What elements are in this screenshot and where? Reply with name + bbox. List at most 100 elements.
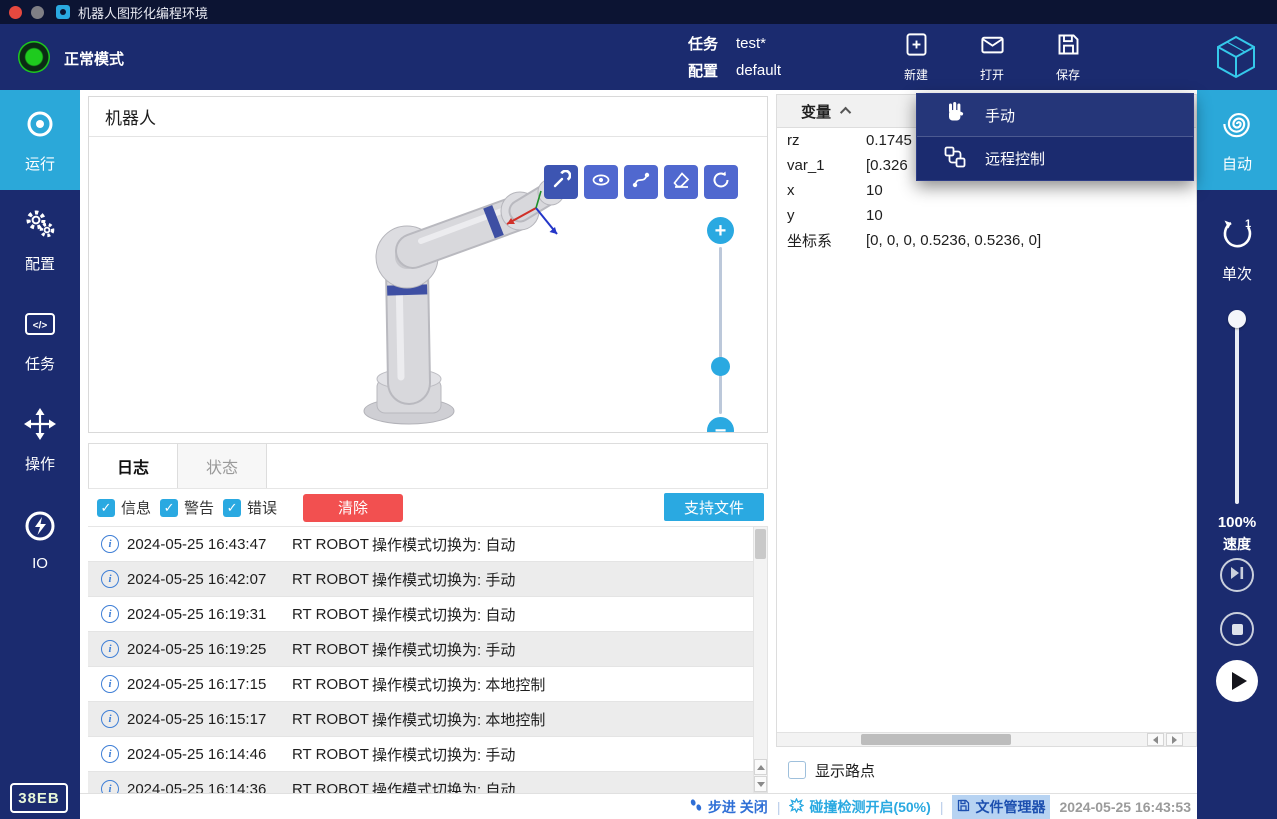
erase-button[interactable] — [664, 165, 698, 199]
variable-row[interactable]: x 10 — [777, 178, 1196, 203]
file-manager-label: 文件管理器 — [975, 797, 1045, 817]
log-time: 2024-05-25 16:14:36 — [127, 781, 292, 794]
hand-icon — [943, 101, 967, 129]
zoom-in-button[interactable]: + — [707, 217, 734, 244]
show-waypoints-checkbox[interactable] — [788, 761, 806, 779]
path-button[interactable] — [624, 165, 658, 199]
scroll-down-button[interactable] — [754, 776, 767, 792]
zoom-slider-handle[interactable] — [711, 357, 730, 376]
tab-log[interactable]: 日志 — [89, 444, 178, 488]
mode-status-label: 正常模式 — [64, 48, 124, 69]
info-icon: i — [101, 570, 119, 588]
save-icon — [1055, 31, 1082, 63]
step-mode-status[interactable]: 步进 关闭 — [689, 797, 768, 817]
eye-icon — [591, 170, 611, 195]
speed-slider-handle[interactable] — [1228, 310, 1246, 328]
robot-3d-viewport[interactable]: + − — [89, 137, 767, 432]
info-checkbox[interactable]: ✓ — [97, 499, 115, 517]
collision-detection-label: 碰撞检测开启(50%) — [809, 797, 930, 817]
info-icon: i — [101, 710, 119, 728]
view-button[interactable] — [584, 165, 618, 199]
io-bolt-icon — [23, 509, 57, 548]
new-button[interactable]: 新建 — [878, 31, 954, 85]
floppy-icon — [957, 799, 970, 815]
scrollbar-thumb[interactable] — [861, 734, 1011, 745]
minimize-button[interactable] — [31, 6, 44, 19]
window-titlebar: 机器人图形化编程环境 — [0, 0, 1277, 24]
log-row: i 2024-05-25 16:42:07 RT ROBOT 操作模式切换为: … — [88, 562, 753, 597]
step-forward-button[interactable] — [1220, 558, 1254, 592]
variables-horizontal-scrollbar[interactable] — [777, 732, 1196, 746]
sidebar-item-config-label: 配置 — [25, 253, 55, 274]
log-source: RT ROBOT — [292, 571, 372, 588]
log-section: 日志 状态 ✓ 信息 ✓ 警告 ✓ 错误 清除 支持文件 i 2024-05-2… — [88, 443, 768, 793]
clear-log-button[interactable]: 清除 — [303, 494, 403, 522]
collision-detection-status[interactable]: 碰撞检测开启(50%) — [789, 797, 930, 817]
speed-slider — [1227, 310, 1247, 508]
close-button[interactable] — [9, 6, 22, 19]
menu-item-manual[interactable]: 手动 — [917, 94, 1193, 137]
tools-button[interactable] — [544, 165, 578, 199]
error-checkbox[interactable]: ✓ — [223, 499, 241, 517]
speed-readout: 100% 速度 — [1197, 514, 1277, 554]
menu-item-remote-control[interactable]: 远程控制 — [917, 137, 1193, 180]
stop-button[interactable] — [1220, 612, 1254, 646]
step-icon — [689, 798, 703, 815]
auto-mode-button[interactable]: 自动 — [1197, 90, 1277, 190]
stop-icon — [1232, 624, 1243, 635]
new-button-label: 新建 — [904, 66, 928, 83]
separator: | — [777, 799, 781, 815]
open-button[interactable]: 打开 — [954, 31, 1030, 85]
warning-checkbox[interactable]: ✓ — [160, 499, 178, 517]
variable-row[interactable]: 坐标系 [0, 0, 0, 0.5236, 0.5236, 0] — [777, 228, 1196, 253]
menu-item-remote-control-label: 远程控制 — [985, 148, 1045, 169]
tab-status[interactable]: 状态 — [178, 444, 267, 488]
log-message: 操作模式切换为: 手动 — [372, 744, 753, 765]
log-row: i 2024-05-25 16:19:31 RT ROBOT 操作模式切换为: … — [88, 597, 753, 632]
info-icon: i — [101, 745, 119, 763]
open-button-label: 打开 — [980, 66, 1004, 83]
sidebar-item-config[interactable]: 配置 — [0, 190, 80, 290]
scroll-right-button[interactable] — [1166, 733, 1183, 746]
single-cycle-icon: 1 — [1219, 216, 1255, 257]
svg-text:</>: </> — [33, 320, 48, 331]
save-button[interactable]: 保存 — [1030, 31, 1106, 85]
log-message: 操作模式切换为: 自动 — [372, 779, 753, 794]
window-title: 机器人图形化编程环境 — [78, 3, 208, 22]
scrollbar-thumb[interactable] — [755, 529, 766, 559]
variable-value: 10 — [866, 182, 1196, 199]
sidebar-item-operate[interactable]: 操作 — [0, 390, 80, 490]
scroll-left-button[interactable] — [1147, 733, 1164, 746]
log-list[interactable]: i 2024-05-25 16:43:47 RT ROBOT 操作模式切换为: … — [88, 526, 753, 793]
viewport-toolbar — [544, 165, 738, 199]
log-source: RT ROBOT — [292, 641, 372, 658]
log-message: 操作模式切换为: 手动 — [372, 569, 753, 590]
sidebar-item-run[interactable]: 运行 — [0, 90, 80, 190]
log-time: 2024-05-25 16:19:25 — [127, 641, 292, 658]
log-row: i 2024-05-25 16:15:17 RT ROBOT 操作模式切换为: … — [88, 702, 753, 737]
variable-name: var_1 — [777, 157, 866, 174]
app-icon — [56, 5, 70, 19]
support-files-button[interactable]: 支持文件 — [664, 493, 764, 521]
log-tabs: 日志 状态 — [88, 443, 768, 489]
remote-control-icon — [943, 145, 967, 173]
zoom-slider-track[interactable] — [719, 247, 722, 414]
log-vertical-scrollbar[interactable] — [753, 526, 768, 793]
variable-row[interactable]: y 10 — [777, 203, 1196, 228]
sidebar-item-io[interactable]: IO — [0, 490, 80, 590]
variable-name: 坐标系 — [777, 230, 866, 251]
log-message: 操作模式切换为: 本地控制 — [372, 709, 753, 730]
speed-slider-track[interactable] — [1235, 316, 1239, 504]
scroll-up-button[interactable] — [754, 759, 767, 775]
info-icon: i — [101, 605, 119, 623]
single-run-button[interactable]: 1 单次 — [1197, 206, 1277, 294]
robot-panel-title: 机器人 — [89, 97, 767, 137]
reset-view-button[interactable] — [704, 165, 738, 199]
log-time: 2024-05-25 16:19:31 — [127, 606, 292, 623]
file-manager-button[interactable]: 文件管理器 — [952, 795, 1050, 819]
sidebar-item-task[interactable]: </> 任务 — [0, 290, 80, 390]
zoom-out-button[interactable]: − — [707, 417, 734, 432]
status-bar: 步进 关闭 | 碰撞检测开启(50%) | 文件管理器 2024-05-25 1… — [80, 793, 1197, 819]
warning-checkbox-label: 警告 — [184, 497, 214, 518]
play-button[interactable] — [1216, 660, 1258, 702]
